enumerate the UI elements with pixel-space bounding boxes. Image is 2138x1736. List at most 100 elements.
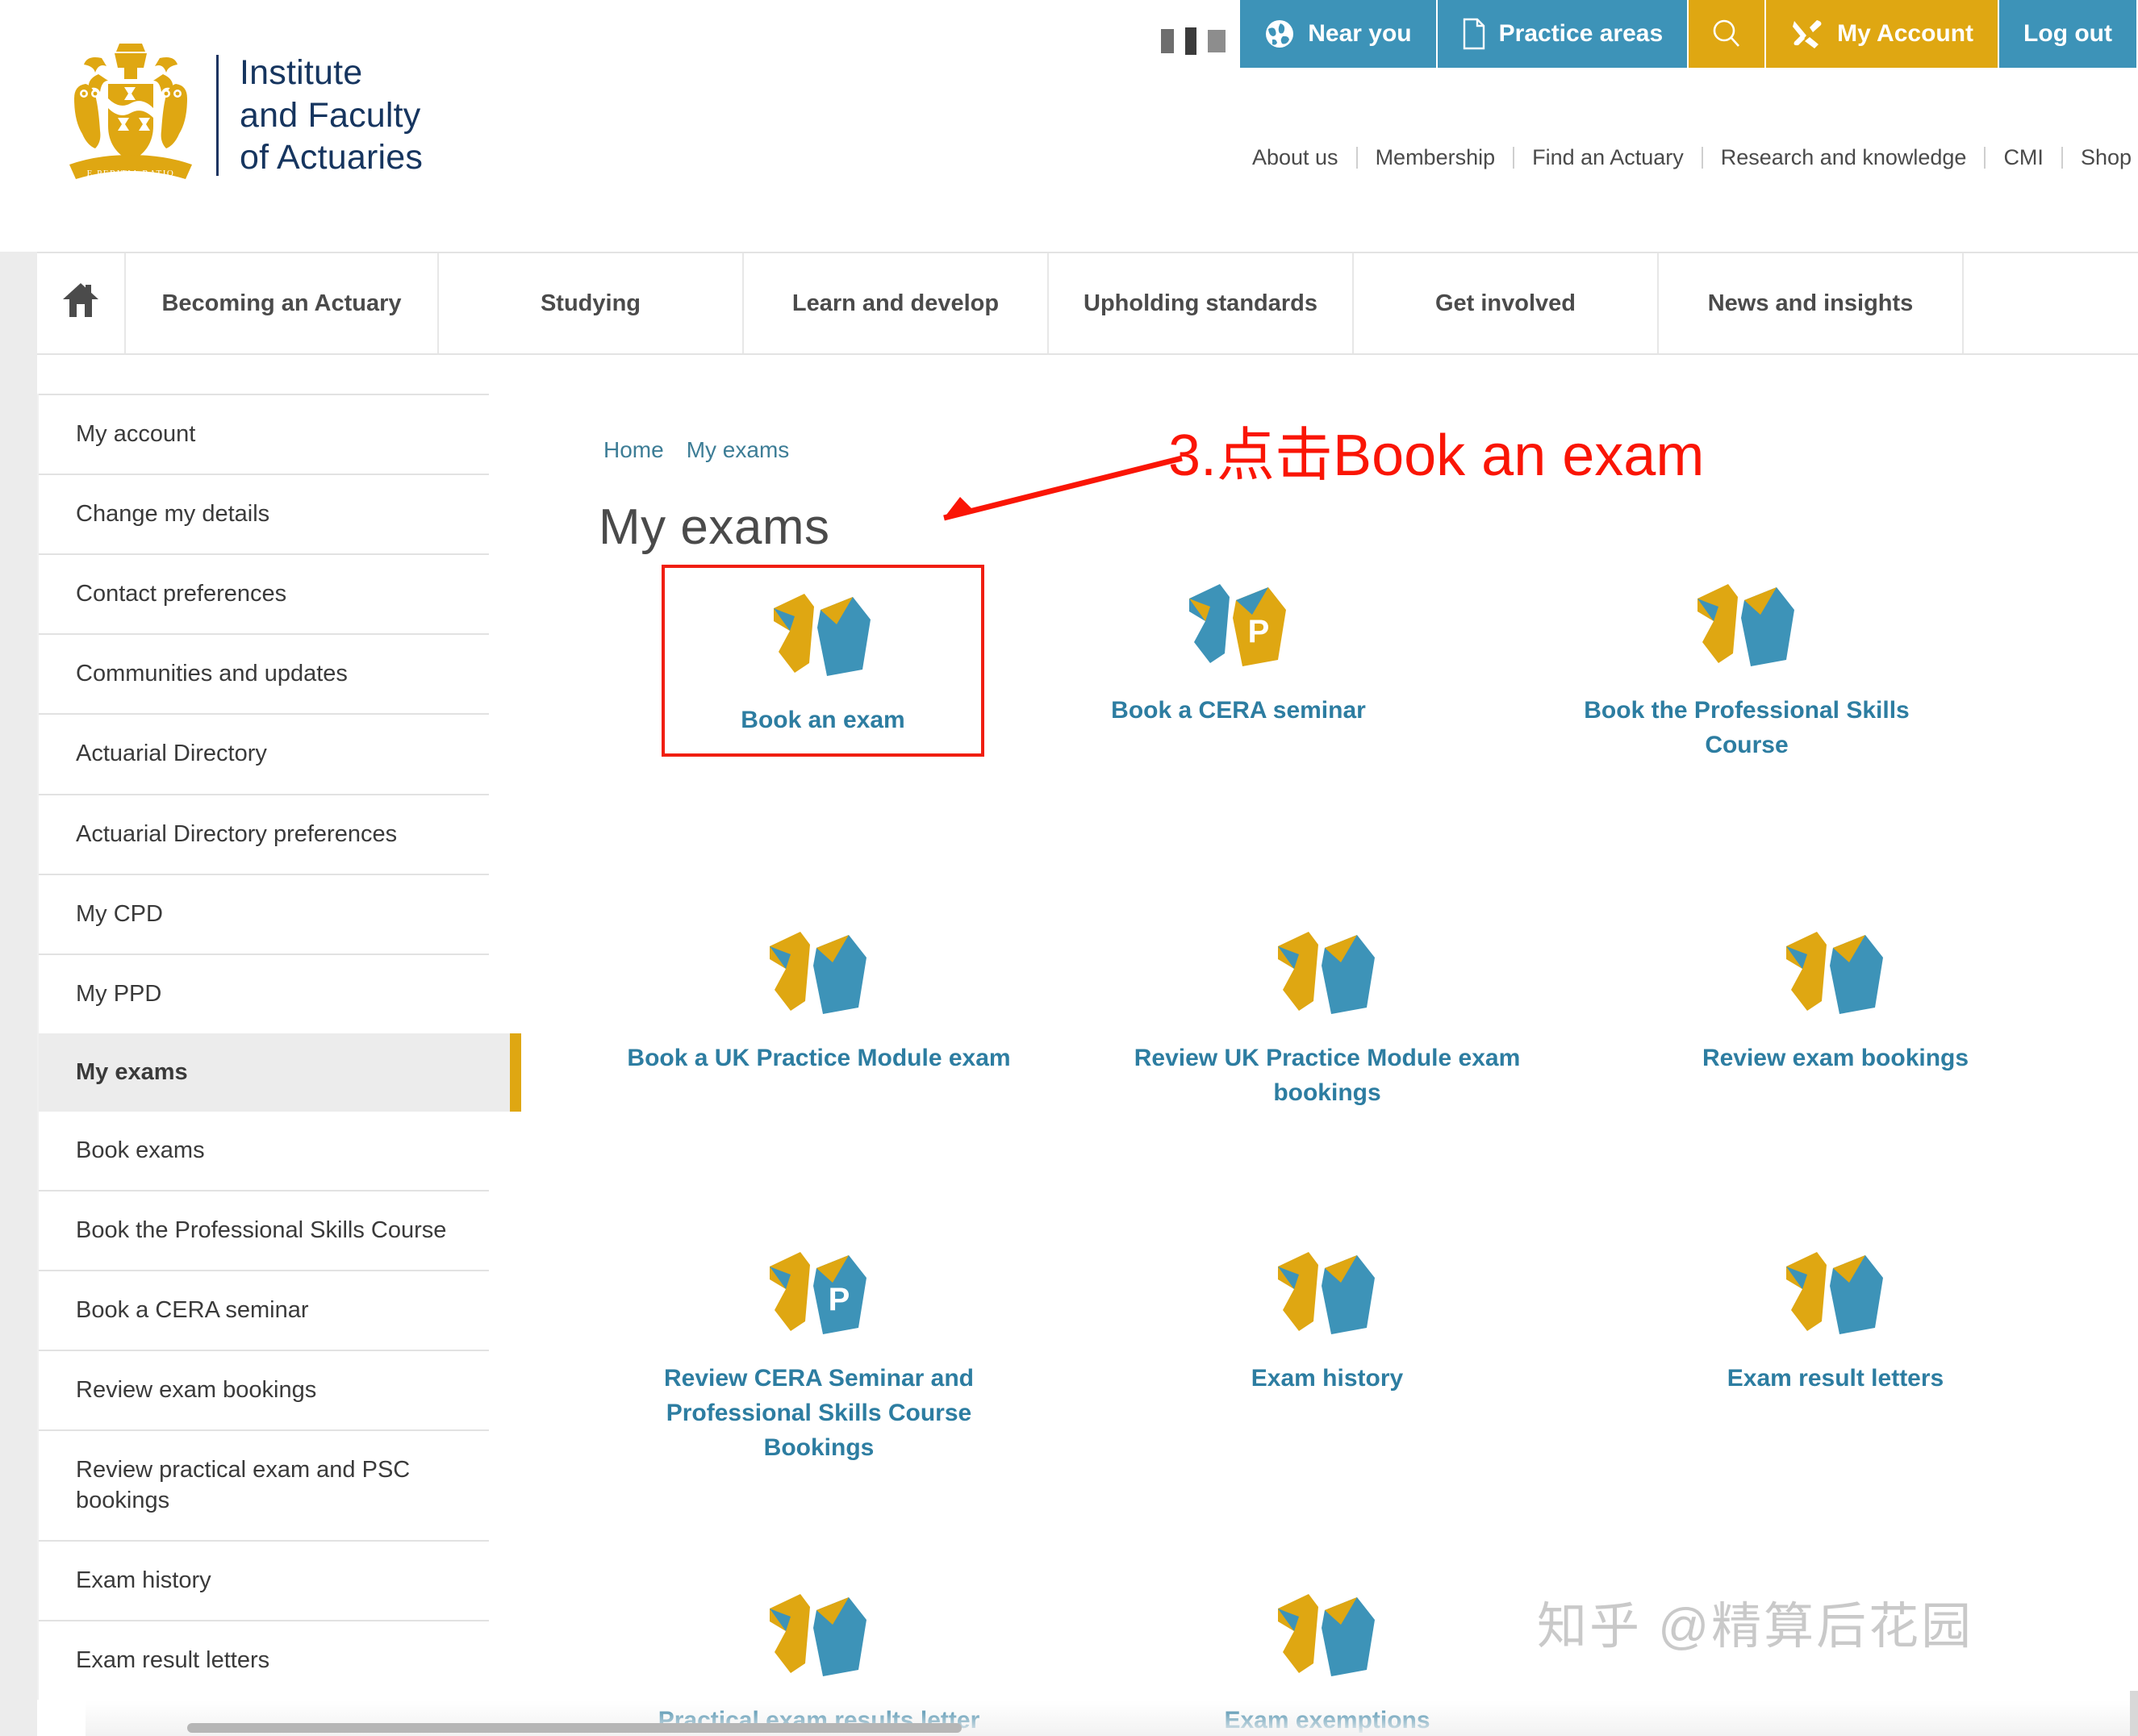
annotation-text: 3.点击Book an exam xyxy=(1168,424,1705,488)
tile-label: Review UK Practice Module exam bookings xyxy=(1134,1045,1521,1106)
nav-home-button[interactable] xyxy=(37,253,126,353)
nav-item-becoming-an-actuary[interactable]: Becoming an Actuary xyxy=(126,253,439,353)
sidebar-item-contact-preferences[interactable]: Contact preferences xyxy=(39,555,489,636)
tile-book-the-professional-skills-course[interactable]: Book the Professional Skills Course xyxy=(1493,565,2001,762)
sidebar-item-my-cpd[interactable]: My CPD xyxy=(39,875,489,955)
logo-divider xyxy=(216,55,219,176)
tile-row: P Review CERA Seminar and Professional S… xyxy=(565,1233,2090,1465)
search-icon xyxy=(1710,17,1743,51)
log-out-label: Log out xyxy=(2023,20,2112,47)
site-logo[interactable]: E PERITIA RATIO Institute and Faculty of… xyxy=(50,39,423,192)
breadcrumb-item-my-exams[interactable]: My exams xyxy=(687,437,790,463)
annotation-arrow-icon xyxy=(943,455,1183,521)
watermark: 知乎 @精算后花园 xyxy=(1537,1599,1974,1655)
breadcrumb-item-home[interactable]: Home xyxy=(603,437,664,463)
tile-book-an-exam[interactable]: Book an exam xyxy=(662,565,984,757)
nav-item-learn-and-develop[interactable]: Learn and develop xyxy=(744,253,1049,353)
sidebar-item-review-practical-exam-and-psc-bookings[interactable]: Review practical exam and PSC bookings xyxy=(39,1431,489,1542)
browser-page: Near you Practice areas My Account Log o… xyxy=(0,0,2138,1736)
books-gold-blue-p-icon: P xyxy=(758,1244,879,1341)
nav-item-get-involved[interactable]: Get involved xyxy=(1354,253,1659,353)
tile-row: Book an exam P Book a CERA seminar Book … xyxy=(565,565,2090,762)
near-you-label: Near you xyxy=(1308,20,1412,47)
tile-label: Book a UK Practice Module exam xyxy=(627,1045,1011,1072)
nav-item-news-and-insights[interactable]: News and insights xyxy=(1659,253,1964,353)
sidebar-item-my-account[interactable]: My account xyxy=(39,394,489,476)
main-nav: Becoming an Actuary Studying Learn and d… xyxy=(37,252,2138,355)
sidebar-item-actuarial-directory-preferences[interactable]: Actuarial Directory preferences xyxy=(39,795,489,875)
globe-icon xyxy=(1264,19,1295,49)
tile-label: Book the Professional Skills Course xyxy=(1584,697,1910,758)
tile-label: Review CERA Seminar and Professional Ski… xyxy=(663,1365,974,1461)
nav-item-upholding-standards[interactable]: Upholding standards xyxy=(1049,253,1354,353)
logo-line-1: Institute xyxy=(240,53,363,93)
logo-line-2: and Faculty xyxy=(240,95,421,135)
sidebar-item-my-exams[interactable]: My exams xyxy=(39,1033,521,1112)
utilnav-item-shop[interactable]: Shop xyxy=(2063,147,2138,169)
sidebar-item-review-exam-bookings[interactable]: Review exam bookings xyxy=(39,1351,489,1432)
tile-exam-history[interactable]: Exam history xyxy=(1073,1233,1581,1465)
row-spacer xyxy=(565,762,2090,912)
sidebar-item-change-my-details[interactable]: Change my details xyxy=(39,475,489,556)
tile-label: Exam history xyxy=(1251,1365,1404,1392)
crest-icon: E PERITIA RATIO xyxy=(69,44,192,179)
tools-icon xyxy=(1790,18,1824,50)
tile-exam-result-letters[interactable]: Exam result letters xyxy=(1581,1233,2090,1465)
redaction-block xyxy=(1185,27,1197,55)
books-gold-blue-icon xyxy=(758,1586,879,1683)
tile-book-a-cera-seminar[interactable]: P Book a CERA seminar xyxy=(984,565,1493,762)
books-gold-blue-icon xyxy=(1267,1244,1388,1341)
books-blue-gold-p-icon: P xyxy=(1178,576,1299,673)
tile-label: Exam result letters xyxy=(1727,1365,1944,1392)
utility-nav: About us Membership Find an Actuary Rese… xyxy=(1234,147,2138,169)
sidebar-item-exam-history[interactable]: Exam history xyxy=(39,1542,489,1621)
sidebar-item-book-exams[interactable]: Book exams xyxy=(39,1112,489,1192)
utilnav-item-find-an-actuary[interactable]: Find an Actuary xyxy=(1514,147,1703,169)
nav-item-studying[interactable]: Studying xyxy=(439,253,744,353)
practice-areas-button[interactable]: Practice areas xyxy=(1437,0,1689,68)
horizontal-scrollbar[interactable] xyxy=(187,1723,962,1733)
svg-text:P: P xyxy=(1248,614,1270,649)
tile-row: Book a UK Practice Module exam Review UK… xyxy=(565,912,2090,1110)
breadcrumb: Home My exams xyxy=(603,437,789,463)
tile-label: Review exam bookings xyxy=(1702,1045,1969,1072)
sidebar-item-communities-and-updates[interactable]: Communities and updates xyxy=(39,635,489,716)
practice-areas-label: Practice areas xyxy=(1498,20,1664,47)
near-you-button[interactable]: Near you xyxy=(1240,0,1438,68)
books-gold-blue-icon xyxy=(1775,1244,1896,1341)
log-out-button[interactable]: Log out xyxy=(1999,0,2138,68)
logo-line-3: of Actuaries xyxy=(240,138,424,177)
tile-book-a-uk-practice-module-exam[interactable]: Book a UK Practice Module exam xyxy=(565,912,1073,1110)
document-icon xyxy=(1462,18,1486,50)
utilnav-item-research-and-knowledge[interactable]: Research and knowledge xyxy=(1703,147,1986,169)
sidebar-item-exam-result-letters[interactable]: Exam result letters xyxy=(39,1621,489,1700)
tile-review-uk-practice-module-exam-bookings[interactable]: Review UK Practice Module exam bookings xyxy=(1073,912,1581,1110)
search-button[interactable] xyxy=(1689,0,1767,68)
sidebar-item-book-a-cera-seminar[interactable]: Book a CERA seminar xyxy=(39,1271,489,1352)
sidebar-item-my-ppd[interactable]: My PPD xyxy=(39,955,489,1033)
books-gold-blue-icon xyxy=(758,924,879,1020)
account-sidebar: My account Change my details Contact pre… xyxy=(37,394,521,1700)
books-gold-blue-icon xyxy=(762,586,883,682)
books-gold-blue-icon xyxy=(1267,1586,1388,1683)
redacted-user-info xyxy=(1161,27,1226,55)
tile-review-cera-seminar-and-psc-bookings[interactable]: P Review CERA Seminar and Professional S… xyxy=(565,1233,1073,1465)
exam-tiles-grid: Book an exam P Book a CERA seminar Book … xyxy=(565,565,2090,1736)
sidebar-item-actuarial-directory[interactable]: Actuarial Directory xyxy=(39,715,489,795)
my-account-label: My Account xyxy=(1837,20,1974,47)
utilnav-item-membership[interactable]: Membership xyxy=(1358,147,1515,169)
redaction-block xyxy=(1208,30,1226,52)
tile-label: Book a CERA seminar xyxy=(1111,697,1366,724)
redaction-block xyxy=(1161,29,1175,53)
tile-review-exam-bookings[interactable]: Review exam bookings xyxy=(1581,912,2090,1110)
page-right-edge xyxy=(2130,1691,2138,1736)
my-account-button[interactable]: My Account xyxy=(1766,0,2000,68)
tile-label: Book an exam xyxy=(741,707,905,733)
row-spacer xyxy=(565,1465,2090,1575)
books-gold-blue-icon xyxy=(1686,576,1807,673)
utilnav-item-about-us[interactable]: About us xyxy=(1234,147,1358,169)
utilnav-item-cmi[interactable]: CMI xyxy=(1986,147,2063,169)
sidebar-item-book-the-professional-skills-course[interactable]: Book the Professional Skills Course xyxy=(39,1191,489,1272)
books-gold-blue-icon xyxy=(1775,924,1896,1020)
